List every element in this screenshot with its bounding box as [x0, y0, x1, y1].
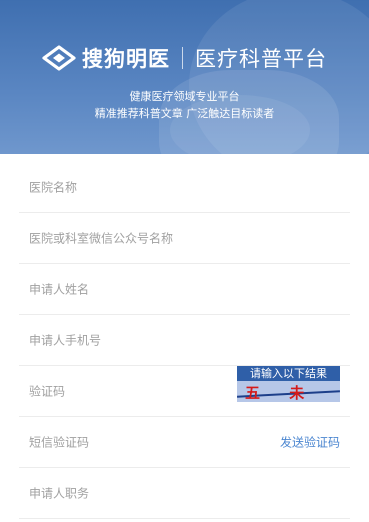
brand: 搜狗明医 医疗科普平台: [0, 38, 369, 78]
applicant-title-field[interactable]: 申请人职务: [19, 468, 350, 519]
captcha-image[interactable]: 请输入以下结果 五 未 壹: [237, 366, 340, 402]
brand-subtitle: 医疗科普平台: [195, 47, 327, 71]
wechat-account-field[interactable]: 医院或科室微信公众号名称: [19, 213, 350, 264]
applicant-phone-placeholder: 申请人手机号: [29, 333, 102, 348]
sms-code-field[interactable]: 短信验证码 发送验证码: [19, 417, 350, 468]
hospital-name-placeholder: 医院名称: [29, 180, 78, 195]
applicant-phone-field[interactable]: 申请人手机号: [19, 315, 350, 366]
captcha-placeholder: 验证码: [29, 384, 66, 399]
application-form: 医院名称 医院或科室微信公众号名称 申请人姓名 申请人手机号 验证码 请输入以下…: [0, 162, 369, 519]
wechat-account-placeholder: 医院或科室微信公众号名称: [29, 231, 174, 246]
captcha-challenge: 五 未 壹: [245, 384, 317, 402]
brand-name: 搜狗明医: [82, 47, 170, 71]
applicant-name-placeholder: 申请人姓名: [29, 282, 90, 297]
applicant-name-field[interactable]: 申请人姓名: [19, 264, 350, 315]
brand-divider: [182, 47, 183, 69]
sogou-mingyi-logo-icon: [42, 45, 76, 71]
captcha-prompt: 请输入以下结果: [237, 366, 340, 381]
tagline-line-2: 精准推荐科普文章 广泛触达目标读者: [94, 107, 275, 120]
captcha-field[interactable]: 验证码 请输入以下结果 五 未 壹: [19, 366, 350, 417]
send-code-button[interactable]: 发送验证码: [280, 434, 340, 451]
header-banner: 搜狗明医 医疗科普平台 健康医疗领域专业平台 精准推荐科普文章 广泛触达目标读者: [0, 0, 369, 154]
applicant-title-placeholder: 申请人职务: [29, 486, 90, 501]
tagline-line-1: 健康医疗领域专业平台: [129, 90, 240, 103]
hospital-name-field[interactable]: 医院名称: [19, 162, 350, 213]
sms-code-placeholder: 短信验证码: [29, 435, 90, 450]
